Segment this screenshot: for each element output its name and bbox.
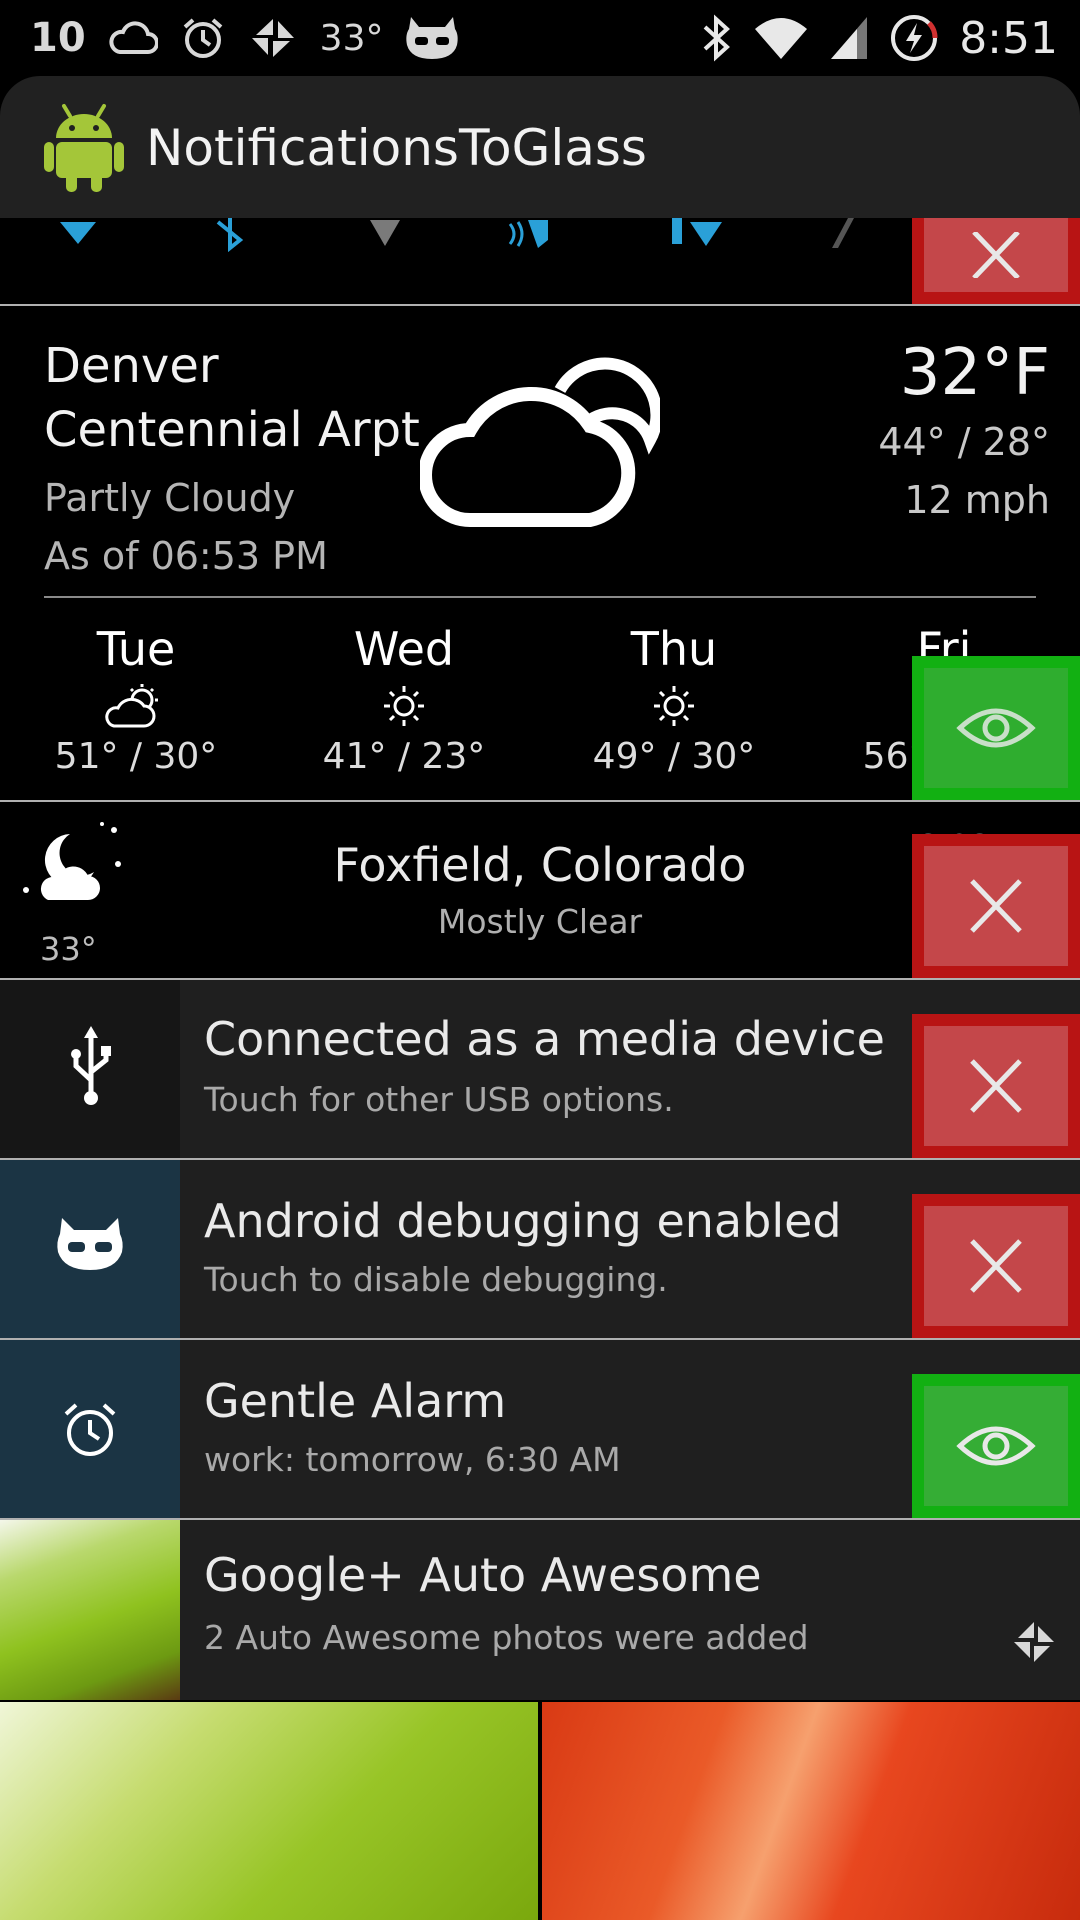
- notification-icon-area: [0, 980, 180, 1158]
- notification-weather-foxfield[interactable]: 33° Foxfield, Colorado Mostly Clear 8:08…: [0, 802, 1080, 980]
- weather-as-of: As of 06:53 PM: [44, 534, 328, 578]
- cell-signal-icon: [831, 17, 868, 59]
- notification-title: Google+ Auto Awesome: [204, 1548, 762, 1602]
- partly-cloudy-night-icon: [420, 357, 660, 527]
- forecast-day-label: Thu: [630, 622, 718, 676]
- eye-icon: [956, 1426, 1036, 1466]
- sun-icon: [384, 686, 424, 726]
- close-icon: [970, 879, 1022, 933]
- usb-icon: [71, 1026, 111, 1105]
- notification-auto-awesome[interactable]: Google+ Auto Awesome 2 Auto Awesome phot…: [0, 1520, 1080, 1700]
- signal-toggle-icon[interactable]: [366, 218, 404, 248]
- quick-settings-row: [0, 218, 1080, 306]
- dismiss-button[interactable]: [912, 834, 1080, 978]
- sound-toggle-icon[interactable]: [504, 218, 574, 252]
- google-plus-pinwheel-icon: [1014, 1622, 1054, 1662]
- notification-title: Android debugging enabled: [204, 1194, 842, 1248]
- bluetooth-toggle-icon[interactable]: [212, 218, 248, 252]
- brightness-toggle-icon[interactable]: [828, 218, 858, 252]
- notification-count: 10: [30, 15, 86, 61]
- notification-subtitle: Touch for other USB options.: [204, 1080, 674, 1119]
- status-bar-right: 8:51: [701, 10, 1058, 66]
- auto-awesome-photo-2[interactable]: [542, 1702, 1080, 1920]
- notification-subtitle: work: tomorrow, 6:30 AM: [204, 1440, 621, 1479]
- cyanogen-mascot-icon: [406, 17, 459, 59]
- alarm-clock-icon: [64, 1403, 116, 1456]
- wifi-toggle-icon[interactable]: [56, 218, 100, 248]
- weather-condition: Partly Cloudy: [44, 476, 296, 520]
- forecast-temps: 49° / 30°: [592, 736, 756, 777]
- google-plus-pinwheel-icon: [251, 19, 294, 57]
- weather-widget[interactable]: Denver Centennial Arpt Partly Cloudy As …: [0, 306, 1080, 802]
- eye-icon: [956, 708, 1036, 748]
- battery-charging-icon: [891, 15, 938, 61]
- close-icon: [970, 1059, 1022, 1113]
- dismiss-button[interactable]: [912, 1194, 1080, 1338]
- notification-debugging[interactable]: Android debugging enabled Touch to disab…: [0, 1160, 1080, 1340]
- clock: 8:51: [959, 12, 1058, 64]
- cyanogen-mascot-icon: [57, 1218, 123, 1270]
- notification-icon-area: [0, 1160, 180, 1338]
- notification-icon-area: [0, 1340, 180, 1518]
- forecast-day-label: Tue: [96, 622, 176, 676]
- android-logo-icon: [44, 104, 124, 192]
- forecast-temps: 41° / 23°: [322, 736, 486, 777]
- dismiss-button[interactable]: [912, 218, 1080, 304]
- app-title: NotificationsToGlass: [146, 119, 647, 177]
- notification-usb[interactable]: Connected as a media device Touch for ot…: [0, 980, 1080, 1160]
- close-icon: [970, 1239, 1022, 1293]
- partly-cloudy-icon: [105, 684, 158, 728]
- wifi-icon: [755, 18, 808, 59]
- cloud-icon: [109, 21, 158, 54]
- notification-subtitle: 2 Auto Awesome photos were added: [204, 1618, 809, 1657]
- weather-location-line2: Centennial Arpt: [44, 402, 420, 458]
- notification-alarm[interactable]: Gentle Alarm work: tomorrow, 6:30 AM: [0, 1340, 1080, 1520]
- alarm-icon: [183, 18, 222, 58]
- view-on-glass-button[interactable]: [912, 656, 1080, 800]
- auto-awesome-thumbnail: [0, 1520, 180, 1700]
- auto-awesome-photo-1[interactable]: [0, 1702, 538, 1920]
- weather-current-temp: 32°F: [899, 336, 1050, 410]
- weather-location-line1: Denver: [44, 338, 219, 394]
- rotation-toggle-icon[interactable]: [668, 218, 728, 252]
- forecast-day: Thu 49° / 30°: [574, 622, 774, 777]
- weather-wind: 12 mph: [904, 478, 1050, 522]
- dismiss-button[interactable]: [912, 1014, 1080, 1158]
- forecast-day: Tue 51° / 30°: [36, 622, 236, 777]
- forecast-day: Wed 41° / 23°: [304, 622, 504, 777]
- status-temperature: 33°: [319, 17, 384, 59]
- sun-icon: [654, 686, 694, 726]
- bluetooth-icon: [703, 14, 731, 62]
- view-on-glass-button[interactable]: [912, 1374, 1080, 1518]
- forecast-day-label: Wed: [353, 622, 455, 676]
- forecast-temps: 51° / 30°: [54, 736, 218, 777]
- notification-title: Connected as a media device: [204, 1012, 885, 1066]
- weather-divider: [44, 596, 1036, 598]
- weather-hi-lo: 44° / 28°: [878, 420, 1050, 464]
- status-bar-left: 10 33°: [30, 10, 459, 66]
- notification-title: Gentle Alarm: [204, 1374, 507, 1428]
- notification-subtitle: Touch to disable debugging.: [204, 1260, 668, 1299]
- close-icon: [972, 232, 1020, 278]
